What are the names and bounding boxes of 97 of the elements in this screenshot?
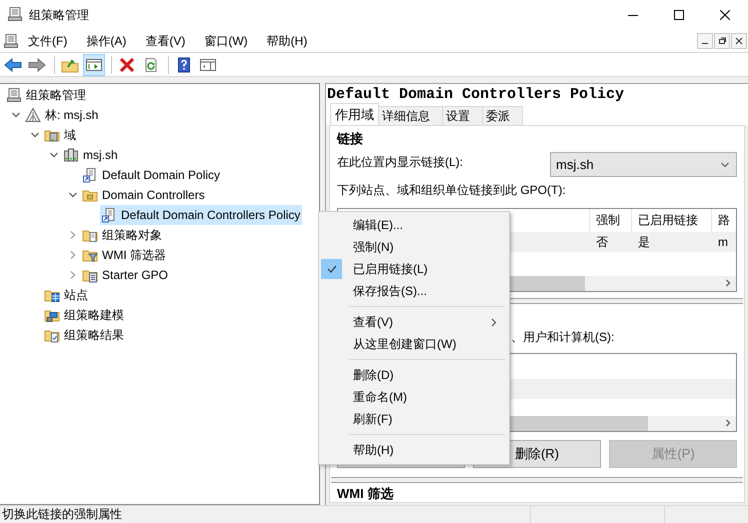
tree-label: 域 — [64, 126, 76, 144]
restore-icon — [718, 37, 726, 45]
tree-item[interactable]: msj.sh — [62, 145, 120, 165]
pane-icon — [85, 56, 103, 72]
menu-item-label: 保存报告(S)... — [353, 282, 427, 300]
tree-item[interactable]: Domain Controllers — [81, 185, 207, 205]
close-icon — [735, 37, 743, 45]
back-arrow-icon — [4, 56, 22, 72]
menu-item[interactable]: 重命名(M) — [321, 386, 507, 408]
server-icon — [63, 147, 79, 163]
list-label: 下列站点、域和组织单位链接到此 GPO(T): — [337, 182, 567, 198]
location-dropdown[interactable]: msj.sh — [550, 152, 737, 177]
menu-item-label: 重命名(M) — [353, 388, 407, 406]
tree-item[interactable]: 林: msj.sh — [24, 105, 100, 125]
tree-item[interactable]: 站点 — [43, 285, 90, 305]
tree-label: WMI 筛选器 — [102, 246, 166, 264]
tree-label: msj.sh — [83, 148, 118, 162]
tab[interactable]: 作用域 — [330, 103, 379, 125]
console-icon — [6, 87, 22, 103]
menu-item[interactable]: 查看(V) — [140, 30, 192, 52]
app-icon — [7, 6, 23, 22]
menu-item[interactable]: 窗口(W) — [199, 30, 254, 52]
delete-icon — [118, 56, 136, 72]
tree-item[interactable]: 组策略对象 — [81, 225, 164, 245]
triangle-icon — [25, 107, 41, 123]
mdi-close-button[interactable] — [731, 33, 747, 49]
table-cell-text: 是 — [637, 234, 651, 250]
table-cell-text: m — [717, 234, 729, 251]
menu-item-label: 删除(D) — [353, 366, 394, 384]
disabled-forward-arrow-icon — [28, 56, 46, 72]
window-title: 组策略管理 — [29, 6, 89, 24]
menu-item-label: 从这里创建窗口(W) — [353, 336, 456, 352]
console-icon[interactable] — [3, 33, 19, 49]
menu-item[interactable]: 保存报告(S)... — [321, 280, 507, 302]
tree-item[interactable]: 组策略结果 — [43, 325, 126, 345]
chevron-right-icon[interactable] — [68, 270, 78, 280]
status-text: 切换此链接的强制属性 — [2, 506, 122, 523]
tab[interactable]: 详细信息 — [378, 106, 443, 125]
tree-item[interactable]: Default Domain Policy — [81, 165, 222, 185]
chevron-down-icon[interactable] — [11, 110, 21, 120]
section-heading: WMI 筛选 — [337, 485, 394, 501]
checkmark-icon[interactable] — [326, 265, 336, 273]
mdi-restore-button[interactable] — [714, 33, 730, 49]
menu-item[interactable]: 已启用链接(L) — [321, 258, 507, 280]
tree-label: 组策略建模 — [64, 306, 124, 324]
maximize-icon[interactable] — [674, 10, 684, 20]
chevron-right-icon[interactable] — [68, 250, 78, 260]
section-heading: 链接 — [337, 130, 364, 146]
menu-item[interactable]: 查看(V) — [321, 311, 507, 333]
menu-item-label: 已启用链接(L) — [353, 260, 428, 278]
tree-label: 林: msj.sh — [45, 106, 98, 124]
menu-item[interactable]: 删除(D) — [321, 364, 507, 386]
chevron-down-icon — [720, 160, 730, 168]
tree-item[interactable]: WMI 筛选器 — [81, 245, 168, 265]
mdi-minimize-button[interactable] — [697, 33, 713, 49]
chevron-down-icon[interactable] — [30, 130, 40, 140]
details-title: Default Domain Controllers Policy — [326, 84, 748, 104]
close-icon[interactable] — [720, 10, 730, 20]
menu-item[interactable]: 操作(A) — [81, 30, 132, 52]
tree-item[interactable]: 组策略建模 — [43, 305, 126, 325]
chevron-down-icon[interactable] — [68, 190, 78, 200]
tree-label: 组策略管理 — [26, 86, 86, 104]
chevron-right-icon[interactable] — [68, 230, 78, 240]
tree-label: Domain Controllers — [102, 188, 205, 202]
tab[interactable]: 委派 — [482, 106, 523, 125]
field-label: 在此位置内显示链接(L): — [337, 154, 463, 171]
menu-item[interactable]: 文件(F) — [23, 30, 74, 52]
scroll-right-icon[interactable] — [724, 419, 732, 427]
pane-icon — [199, 56, 217, 72]
list-label: 、用户和计算机(S): — [511, 329, 614, 345]
table-cell-text: 否 — [595, 234, 609, 250]
tree-label: Default Domain Controllers Policy — [121, 208, 300, 222]
menu-item[interactable]: 从这里创建窗口(W) — [321, 333, 507, 355]
menu-item-label: 刷新(F) — [353, 410, 392, 428]
tree-item[interactable]: 域 — [43, 125, 78, 145]
folder-up-icon — [61, 56, 79, 72]
tree-item[interactable]: Default Domain Controllers Policy — [100, 205, 302, 225]
toolbar-button[interactable] — [83, 54, 105, 76]
chevron-down-icon[interactable] — [49, 150, 59, 160]
tab[interactable]: 设置 — [442, 106, 483, 125]
tree-label: 组策略对象 — [102, 226, 162, 244]
tree-item[interactable]: Starter GPO — [81, 265, 170, 285]
tree-item[interactable]: 组策略管理 — [5, 85, 88, 105]
menu-item-label: 查看(V) — [353, 314, 393, 330]
help-book-icon — [175, 56, 193, 72]
document-link-icon — [82, 167, 98, 183]
scroll-right-icon[interactable] — [724, 279, 732, 287]
menu-item-label: 帮助(H) — [353, 442, 394, 458]
menu-item-label: 编辑(E)... — [353, 216, 403, 234]
tree-label: 组策略结果 — [64, 326, 124, 344]
menu-item[interactable]: 刷新(F) — [321, 408, 507, 430]
tree-label: Default Domain Policy — [102, 168, 220, 182]
menu-item[interactable]: 帮助(H) — [262, 30, 314, 52]
dropdown-value: msj.sh — [556, 157, 594, 172]
document-link-icon — [101, 207, 117, 223]
tree-label: Starter GPO — [102, 268, 168, 282]
tree-label: 站点 — [64, 286, 88, 304]
